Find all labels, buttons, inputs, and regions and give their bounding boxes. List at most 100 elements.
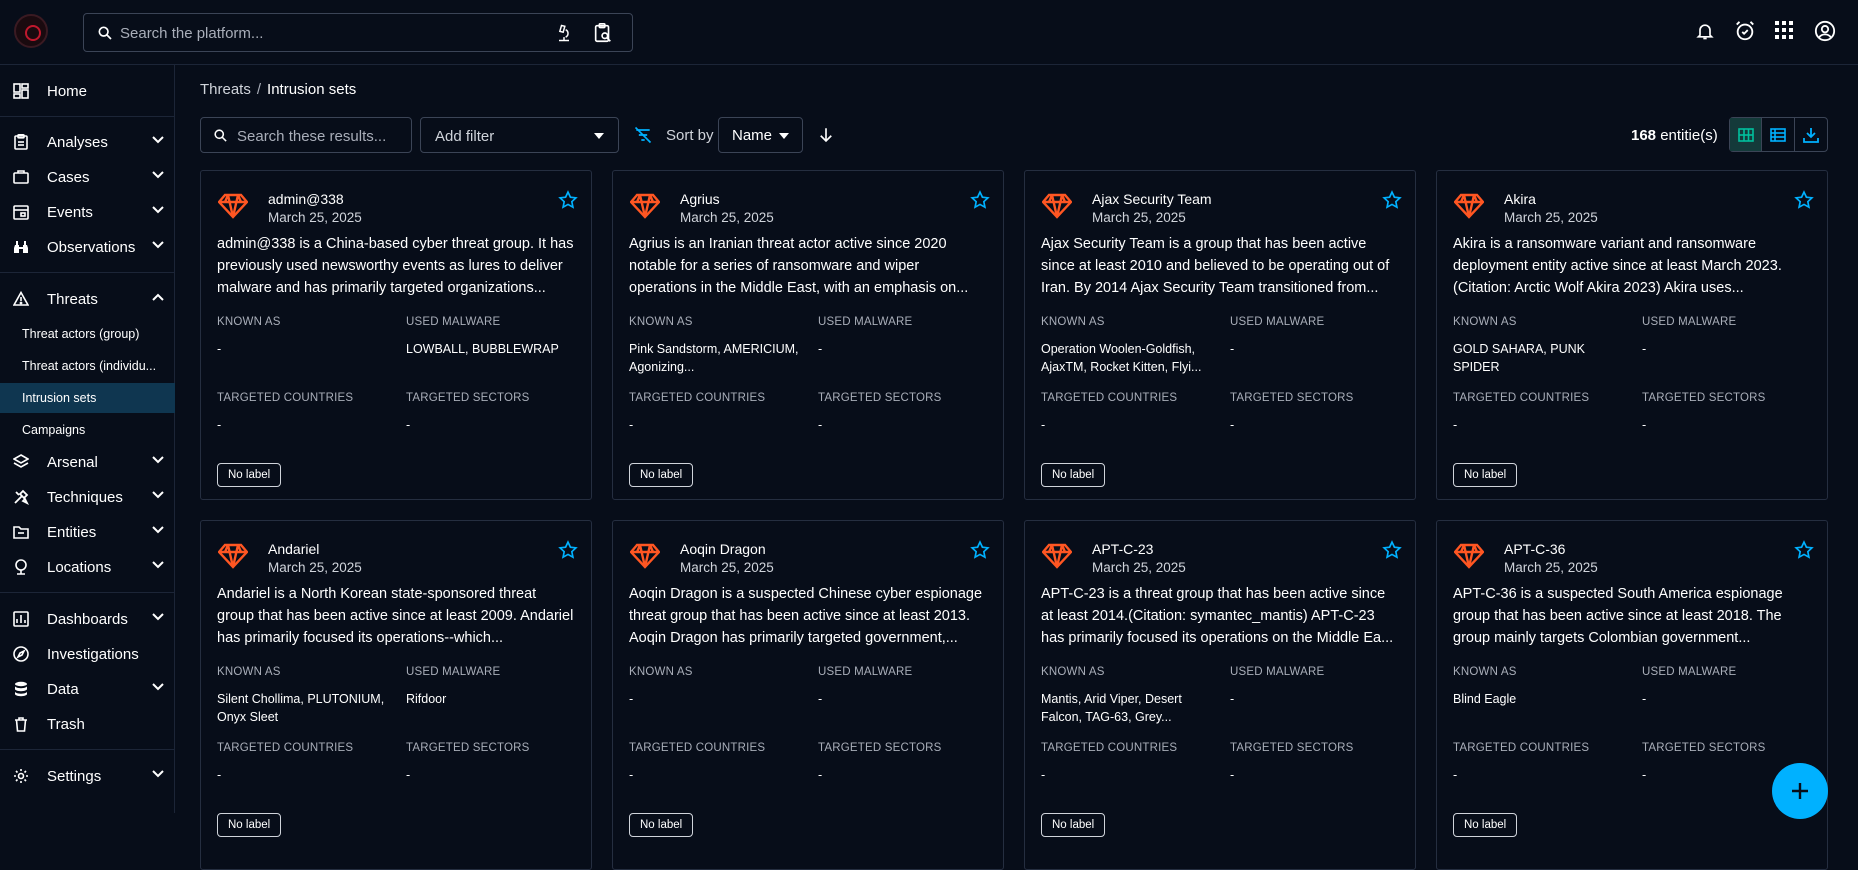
card-name[interactable]: APT-C-36 — [1504, 541, 1565, 557]
account-icon[interactable] — [1814, 20, 1836, 47]
list-view-button[interactable] — [1762, 118, 1795, 151]
intrusion-set-card[interactable]: APT-C-36 March 25, 2025 APT-C-36 is a susp… — [1436, 520, 1828, 870]
breadcrumb: Threats / Intrusion sets — [200, 81, 356, 98]
card-name[interactable]: APT-C-23 — [1092, 541, 1153, 557]
view-toggle-group — [1729, 117, 1828, 152]
targeted-countries-label: TARGETED COUNTRIES — [1453, 742, 1590, 754]
card-name[interactable]: Ajax Security Team — [1092, 191, 1212, 207]
globe-icon — [15, 559, 27, 575]
star-icon[interactable] — [558, 540, 578, 565]
nav-divider — [0, 272, 175, 273]
chevron-down-icon — [152, 770, 164, 778]
nav-home-label: Home — [47, 82, 88, 100]
card-name[interactable]: Andariel — [268, 541, 319, 557]
platform-search-input[interactable] — [120, 22, 520, 44]
nav-threat-actors-individual[interactable]: Threat actors (individu... — [0, 351, 175, 381]
nav-home[interactable]: Home — [0, 74, 175, 108]
nav-arsenal[interactable]: Arsenal — [0, 445, 175, 479]
star-icon[interactable] — [1794, 190, 1814, 215]
nav-dashboards[interactable]: Dashboards — [0, 602, 175, 636]
targeted-countries-label: TARGETED COUNTRIES — [629, 392, 766, 404]
used-malware-value: - — [1230, 342, 1235, 356]
nav-investigations[interactable]: Investigations — [0, 637, 175, 671]
grid-view-button[interactable] — [1730, 118, 1763, 151]
targeted-sectors-value: - — [818, 418, 823, 432]
intrusion-set-card[interactable]: Akira March 25, 2025 Akira is a ransomware… — [1436, 170, 1828, 500]
no-label-chip[interactable]: No label — [1041, 813, 1106, 837]
star-icon[interactable] — [1382, 190, 1402, 215]
intrusion-set-card[interactable]: Aoqin Dragon March 25, 2025 Aoqin Dragon i… — [612, 520, 1004, 870]
nav-locations[interactable]: Locations — [0, 550, 175, 584]
intrusion-set-card[interactable]: Andariel March 25, 2025 Andariel is a Nort… — [200, 520, 592, 870]
add-filter-select[interactable]: Add filter — [420, 117, 619, 153]
star-icon[interactable] — [1382, 540, 1402, 565]
no-label-chip[interactable]: No label — [1453, 463, 1518, 487]
no-label-chip[interactable]: No label — [217, 463, 282, 487]
breadcrumb-threats[interactable]: Threats — [200, 81, 251, 98]
no-label-chip[interactable]: No label — [1041, 463, 1106, 487]
card-name[interactable]: admin@338 — [268, 191, 344, 207]
nav-intrusion-sets[interactable]: Intrusion sets — [0, 383, 175, 413]
targeted-countries-label: TARGETED COUNTRIES — [1041, 742, 1178, 754]
star-icon[interactable] — [558, 190, 578, 215]
sort-direction-arrow-down-icon[interactable] — [817, 126, 835, 149]
star-icon[interactable] — [970, 190, 990, 215]
star-icon[interactable] — [1794, 540, 1814, 565]
nav-observations-label: Observations — [47, 238, 136, 256]
clipboard-search-icon[interactable] — [592, 22, 614, 49]
card-name[interactable]: Agrius — [680, 191, 720, 207]
create-intrusion-set-button[interactable] — [1772, 763, 1828, 819]
nav-threats[interactable]: Threats — [0, 282, 175, 316]
used-malware-label: USED MALWARE — [1642, 666, 1737, 678]
card-description: APT-C-36 is a suspected South America es… — [1453, 586, 1783, 646]
sort-select[interactable]: Name — [718, 117, 803, 153]
intrusion-set-card[interactable]: Ajax Security Team March 25, 2025 Ajax Sec… — [1024, 170, 1416, 500]
nav-threat-actors-group[interactable]: Threat actors (group) — [0, 319, 175, 349]
download-icon — [1802, 127, 1819, 143]
intrusion-set-card[interactable]: APT-C-23 March 25, 2025 APT-C-23 is a thre… — [1024, 520, 1416, 870]
targeted-sectors-label: TARGETED SECTORS — [1642, 392, 1766, 404]
targeted-countries-label: TARGETED COUNTRIES — [1041, 392, 1178, 404]
intrusion-set-card[interactable]: admin@338 March 25, 2025 admin@338 is a Ch… — [200, 170, 592, 500]
nav-data[interactable]: Data — [0, 672, 175, 706]
grid-icon — [1737, 127, 1754, 142]
used-malware-label: USED MALWARE — [1642, 316, 1737, 328]
nav-analyses[interactable]: Analyses — [0, 125, 175, 159]
card-date: March 25, 2025 — [268, 560, 362, 575]
nav-analyses-label: Analyses — [47, 133, 108, 151]
sort-value: Name — [732, 127, 773, 144]
platform-search — [83, 13, 633, 52]
results-search-input[interactable] — [237, 126, 407, 146]
nav-events[interactable]: Events — [0, 195, 175, 229]
alarm-icon[interactable] — [1734, 20, 1756, 47]
app-logo[interactable] — [14, 14, 48, 48]
no-label-chip[interactable]: No label — [1453, 813, 1518, 837]
known-as-value: GOLD SAHARA, PUNK SPIDER — [1453, 342, 1585, 374]
list-icon — [1770, 127, 1786, 142]
known-as-label: KNOWN AS — [217, 666, 281, 678]
nav-trash[interactable]: Trash — [0, 707, 175, 741]
known-as-label: KNOWN AS — [217, 316, 281, 328]
bell-icon[interactable] — [1695, 20, 1715, 47]
nav-entities[interactable]: Entities — [0, 515, 175, 549]
apps-grid-icon[interactable] — [1774, 20, 1794, 45]
gear-icon — [14, 769, 28, 783]
clear-filter-icon[interactable] — [633, 125, 653, 150]
card-name[interactable]: Akira — [1504, 191, 1536, 207]
nav-techniques[interactable]: Techniques — [0, 480, 175, 514]
no-label-chip[interactable]: No label — [629, 813, 694, 837]
star-icon[interactable] — [970, 540, 990, 565]
nav-cases[interactable]: Cases — [0, 160, 175, 194]
nav-observations[interactable]: Observations — [0, 230, 175, 264]
nav-settings[interactable]: Settings — [0, 759, 175, 793]
no-label-chip[interactable]: No label — [217, 813, 282, 837]
export-button[interactable] — [1795, 118, 1827, 151]
known-as-label: KNOWN AS — [1453, 666, 1517, 678]
nav-campaigns[interactable]: Campaigns — [0, 415, 175, 445]
intrusion-set-card[interactable]: Agrius March 25, 2025 Agrius is an Iranian… — [612, 170, 1004, 500]
clipboard-icon — [14, 134, 28, 150]
no-label-chip[interactable]: No label — [629, 463, 694, 487]
card-name[interactable]: Aoqin Dragon — [680, 541, 766, 557]
microscope-icon[interactable] — [554, 23, 574, 48]
known-as-value: Silent Chollima, PLUTONIUM, Onyx Sleet — [217, 692, 385, 724]
